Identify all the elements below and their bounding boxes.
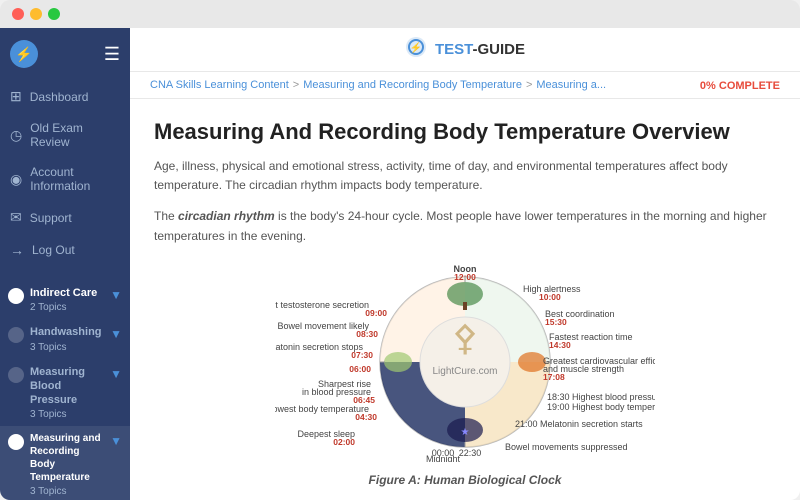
- topic-handwashing[interactable]: Handwashing 3 Topics ▼: [0, 319, 130, 358]
- svg-text:17:08: 17:08: [543, 372, 565, 382]
- svg-text:Bowel movements suppressed: Bowel movements suppressed: [505, 442, 628, 452]
- svg-text:⚴: ⚴: [452, 317, 478, 358]
- svg-text:Highest testosterone secretion: Highest testosterone secretion: [275, 300, 369, 310]
- traffic-lights: [12, 8, 60, 20]
- svg-text:★: ★: [461, 427, 470, 438]
- breadcrumb-part-3: Measuring a...: [536, 79, 606, 91]
- svg-text:06:00: 06:00: [349, 364, 371, 374]
- clock-svg-container: ⚴ LightCure.com ★: [275, 262, 655, 467]
- topic-blood-pressure[interactable]: Measuring Blood Pressure 3 Topics ▼: [0, 359, 130, 427]
- sidebar-label-logout: Log Out: [32, 243, 75, 257]
- topic-body-temp[interactable]: Measuring and Recording Body Temperature…: [0, 426, 130, 500]
- progress-text: 0% COMPLETE: [700, 80, 780, 92]
- sidebar-label-account: Account Information: [30, 165, 120, 193]
- hamburger-button[interactable]: ☰: [104, 44, 120, 65]
- topic-content-blood-pressure: Measuring Blood Pressure 3 Topics: [30, 365, 106, 421]
- logo-text: TEST-GUIDE: [435, 41, 525, 58]
- logo-area: ⚡ TEST-GUIDE: [405, 36, 525, 63]
- topic-content-body-temp: Measuring and Recording Body Temperature…: [30, 432, 106, 497]
- svg-text:06:45: 06:45: [353, 395, 375, 405]
- sidebar-item-account[interactable]: ◉ Account Information: [0, 157, 130, 201]
- maximize-button[interactable]: [48, 8, 60, 20]
- svg-text:07:30: 07:30: [351, 350, 373, 360]
- content-area: Measuring And Recording Body Temperature…: [130, 99, 800, 500]
- clock-figure: ⚴ LightCure.com ★: [154, 262, 776, 487]
- circadian-bold: circadian rhythm: [178, 209, 275, 223]
- sidebar-item-old-exam[interactable]: ◷ Old Exam Review: [0, 113, 130, 157]
- sidebar-header: ⚡ ☰: [0, 28, 130, 80]
- chevron-down-icon-3: ▼: [110, 367, 122, 381]
- sidebar-label-support: Support: [30, 211, 72, 225]
- sidebar-label-old-exam: Old Exam Review: [30, 121, 120, 149]
- topic-dot-handwashing: [8, 327, 24, 343]
- svg-text:09:00: 09:00: [365, 308, 387, 318]
- sidebar-item-logout[interactable]: → Log Out: [0, 234, 130, 266]
- clock-svg: ⚴ LightCure.com ★: [275, 262, 655, 462]
- topic-count-blood-pressure: 3 Topics: [30, 409, 106, 420]
- topic-title-blood-pressure: Measuring Blood Pressure: [30, 365, 106, 408]
- chevron-down-icon: ▼: [110, 288, 122, 302]
- topic-content-handwashing: Handwashing 3 Topics: [30, 325, 106, 352]
- svg-text:15:30: 15:30: [545, 317, 567, 327]
- svg-text:04:30: 04:30: [355, 412, 377, 422]
- topic-title-body-temp: Measuring and Recording Body Temperature: [30, 432, 106, 484]
- logo-suffix: -GUIDE: [473, 41, 526, 58]
- breadcrumb: CNA Skills Learning Content > Measuring …: [150, 79, 606, 91]
- circadian-prefix: The: [154, 209, 178, 223]
- svg-text:02:00: 02:00: [333, 437, 355, 447]
- svg-text:Melatonin secretion stops: Melatonin secretion stops: [275, 342, 363, 352]
- svg-text:08:30: 08:30: [356, 329, 378, 339]
- breadcrumb-part-2[interactable]: Measuring and Recording Body Temperature: [303, 79, 522, 91]
- breadcrumb-separator-2: >: [526, 79, 532, 91]
- svg-text:19:00 Highest body temperature: 19:00 Highest body temperature: [547, 402, 655, 412]
- topic-title-indirect-care: Indirect Care: [30, 286, 106, 300]
- svg-text:22:30: 22:30: [459, 448, 482, 458]
- figure-caption: Figure A: Human Biological Clock: [154, 473, 776, 487]
- page-subtitle: Age, illness, physical and emotional str…: [154, 157, 776, 195]
- titlebar: [0, 0, 800, 28]
- exam-icon: ◷: [10, 127, 22, 144]
- chevron-down-icon-2: ▼: [110, 327, 122, 341]
- logo-prefix: TEST: [435, 41, 473, 58]
- topic-indirect-care[interactable]: Indirect Care 2 Topics ▼: [0, 280, 130, 319]
- topic-dot-indirect-care: [8, 288, 24, 304]
- breadcrumb-separator-1: >: [293, 79, 299, 91]
- topic-count-handwashing: 3 Topics: [30, 342, 106, 353]
- sidebar-label-dashboard: Dashboard: [30, 90, 89, 104]
- chevron-down-icon-4: ▼: [110, 434, 122, 448]
- svg-text:⚡: ⚡: [410, 41, 422, 54]
- svg-text:14:30: 14:30: [549, 340, 571, 350]
- svg-text:10:00: 10:00: [539, 292, 561, 302]
- topic-dot-body-temp: [8, 434, 24, 450]
- topic-content-indirect-care: Indirect Care 2 Topics: [30, 286, 106, 313]
- dashboard-icon: ⊞: [10, 88, 22, 105]
- top-bar: ⚡ TEST-GUIDE: [130, 28, 800, 72]
- page-title: Measuring And Recording Body Temperature…: [154, 119, 776, 145]
- svg-text:18:30 Highest blood pressure: 18:30 Highest blood pressure: [547, 392, 655, 402]
- svg-text:LightCure.com: LightCure.com: [432, 366, 497, 377]
- sidebar-item-support[interactable]: ✉ Support: [0, 201, 130, 234]
- minimize-button[interactable]: [30, 8, 42, 20]
- sidebar: ⚡ ☰ ⊞ Dashboard ◷ Old Exam Review ◉ Acco…: [0, 28, 130, 500]
- sidebar-logo: ⚡: [10, 40, 38, 68]
- topic-count-indirect-care: 2 Topics: [30, 302, 106, 313]
- logo-icon: ⚡: [405, 36, 427, 63]
- logout-icon: →: [10, 242, 24, 258]
- circadian-text: The circadian rhythm is the body's 24-ho…: [154, 207, 776, 245]
- topic-count-body-temp: 3 Topics: [30, 486, 106, 497]
- app-body: ⚡ ☰ ⊞ Dashboard ◷ Old Exam Review ◉ Acco…: [0, 28, 800, 500]
- app-window: ⚡ ☰ ⊞ Dashboard ◷ Old Exam Review ◉ Acco…: [0, 0, 800, 500]
- svg-text:21:00 Melatonin secretion star: 21:00 Melatonin secretion starts: [515, 419, 643, 429]
- main-content: ⚡ TEST-GUIDE CNA Skills Learning Content…: [130, 28, 800, 500]
- sidebar-item-dashboard[interactable]: ⊞ Dashboard: [0, 80, 130, 113]
- topic-dot-blood-pressure: [8, 367, 24, 383]
- breadcrumb-part-1[interactable]: CNA Skills Learning Content: [150, 79, 289, 91]
- topic-section: Indirect Care 2 Topics ▼ Handwashing 3 T…: [0, 274, 130, 500]
- close-button[interactable]: [12, 8, 24, 20]
- support-icon: ✉: [10, 209, 22, 226]
- progress-indicator: 0% COMPLETE: [700, 76, 780, 94]
- svg-text:Midnight: Midnight: [426, 454, 461, 462]
- account-icon: ◉: [10, 171, 22, 188]
- topic-title-handwashing: Handwashing: [30, 325, 106, 339]
